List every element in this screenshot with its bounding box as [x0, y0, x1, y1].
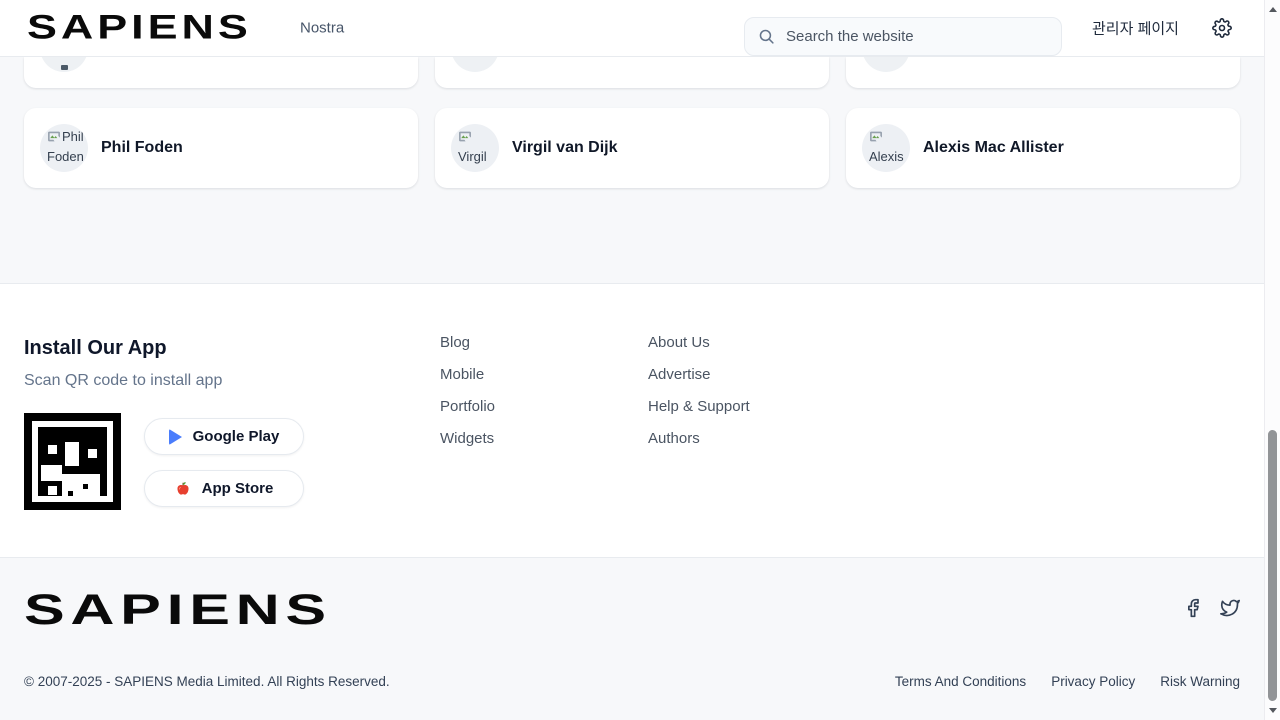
twitter-icon[interactable]: [1220, 598, 1240, 618]
risk-warning-link[interactable]: Risk Warning: [1160, 674, 1240, 689]
footer-link-about-us[interactable]: About Us: [648, 335, 750, 351]
player-card-partial[interactable]: [24, 57, 418, 88]
player-name: Virgil van Dijk: [512, 139, 618, 157]
install-app-title: Install Our App: [24, 337, 167, 360]
player-name: Alexis Mac Allister: [923, 139, 1064, 157]
app-store-label: App Store: [202, 480, 274, 497]
footer-logo: SAPIENS: [24, 586, 332, 635]
footer-link-advertise[interactable]: Advertise: [648, 367, 750, 383]
search-box[interactable]: [744, 17, 1062, 56]
google-play-button[interactable]: Google Play: [144, 418, 304, 455]
avatar-remnant: [862, 57, 910, 72]
footer-main: Install Our App Scan QR code to install …: [0, 283, 1264, 557]
gear-icon: [1212, 18, 1232, 38]
google-play-label: Google Play: [193, 428, 280, 445]
terms-link[interactable]: Terms And Conditions: [895, 674, 1026, 689]
broken-image-icon: [458, 130, 472, 143]
settings-button[interactable]: [1211, 17, 1233, 39]
broken-image-icon: [47, 130, 61, 143]
broken-image-icon: [869, 130, 883, 143]
avatar-remnant: [451, 57, 499, 72]
facebook-icon[interactable]: [1183, 598, 1203, 618]
copyright-text: © 2007-2025 - SAPIENS Media Limited. All…: [24, 674, 390, 689]
avatar-alt-text: Virgil van Dijk: [458, 149, 487, 173]
google-play-icon: [169, 429, 182, 445]
player-card[interactable]: Virgil van Dijk Virgil van Dijk: [435, 108, 829, 188]
footer-link-authors[interactable]: Authors: [648, 431, 750, 447]
footer-links-column-1: Blog Mobile Portfolio Widgets: [440, 335, 495, 447]
footer-link-help-support[interactable]: Help & Support: [648, 399, 750, 415]
player-card[interactable]: Phil Foden Phil Foden: [24, 108, 418, 188]
content-area: Phil Foden Phil Foden Virgil van Dijk Vi…: [0, 57, 1264, 283]
footer-links-column-2: About Us Advertise Help & Support Author…: [648, 335, 750, 447]
site-subtitle: Nostra: [300, 20, 344, 37]
avatar: Phil Foden: [40, 124, 88, 172]
scroll-down-arrow-icon[interactable]: [1269, 708, 1277, 713]
site-logo[interactable]: SAPIENS: [27, 9, 252, 48]
avatar-alt-text: Alexis Mac Allister: [869, 149, 908, 173]
player-card[interactable]: Alexis Mac Allister Alexis Mac Allister: [846, 108, 1240, 188]
footer-link-mobile[interactable]: Mobile: [440, 367, 495, 383]
install-app-subtitle: Scan QR code to install app: [24, 372, 222, 390]
apple-icon: [175, 480, 191, 497]
player-card-partial[interactable]: [846, 57, 1240, 88]
legal-links: Terms And Conditions Privacy Policy Risk…: [895, 674, 1240, 689]
vertical-scrollbar[interactable]: [1264, 0, 1280, 720]
footer-link-widgets[interactable]: Widgets: [440, 431, 495, 447]
avatar: Virgil van Dijk: [451, 124, 499, 172]
privacy-policy-link[interactable]: Privacy Policy: [1051, 674, 1135, 689]
avatar: Alexis Mac Allister: [862, 124, 910, 172]
footer-link-portfolio[interactable]: Portfolio: [440, 399, 495, 415]
footer-bottom: SAPIENS © 2007-2025 - SAPIENS Media Limi…: [0, 557, 1264, 720]
scroll-up-arrow-icon[interactable]: [1269, 7, 1277, 12]
player-name: Phil Foden: [101, 139, 183, 157]
avatar-alt-remnant: [61, 65, 68, 70]
scrollbar-thumb[interactable]: [1268, 430, 1277, 701]
search-input[interactable]: [786, 28, 1048, 45]
qr-code: [24, 413, 121, 510]
player-card-partial[interactable]: [435, 57, 829, 88]
search-icon: [758, 28, 775, 45]
top-navbar: SAPIENS Nostra 관리자 페이지: [0, 0, 1264, 57]
social-links: [1183, 598, 1240, 618]
admin-page-link[interactable]: 관리자 페이지: [1092, 18, 1179, 39]
footer-link-blog[interactable]: Blog: [440, 335, 495, 351]
app-store-button[interactable]: App Store: [144, 470, 304, 507]
